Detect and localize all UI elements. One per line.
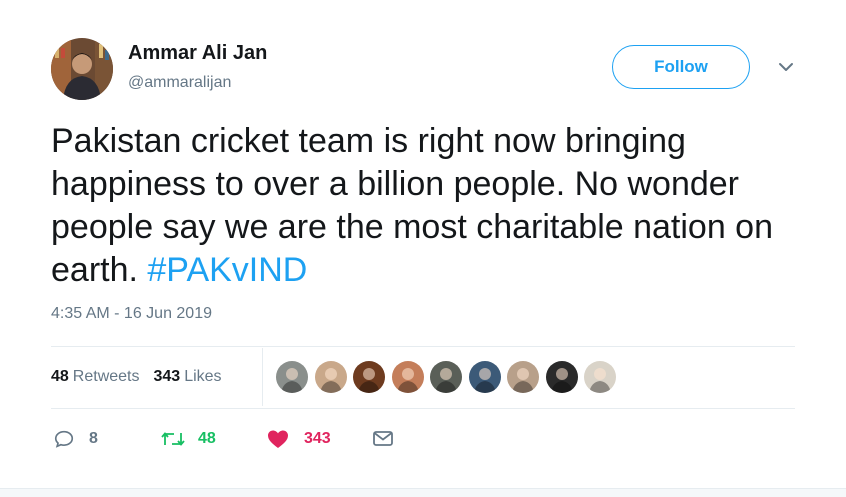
- heart-icon: [268, 430, 288, 448]
- like-action[interactable]: 343: [266, 428, 331, 450]
- likes-label: Likes: [184, 368, 222, 385]
- follow-button[interactable]: Follow: [612, 45, 750, 89]
- liker-avatar-6-icon[interactable]: [468, 361, 501, 393]
- reply-icon: [54, 430, 74, 448]
- likes-stat[interactable]: 343 Likes: [154, 368, 222, 386]
- liker-avatar-8-icon[interactable]: [545, 361, 578, 393]
- user-name[interactable]: Ammar Ali Jan: [128, 42, 267, 65]
- divider: [51, 408, 795, 409]
- liker-avatar-9-icon[interactable]: [584, 361, 616, 393]
- retweet-icon: [161, 432, 185, 446]
- retweets-count: 48: [51, 368, 69, 385]
- liker-avatar-3-icon[interactable]: [353, 361, 385, 393]
- likes-count: 343: [153, 368, 181, 385]
- tweet-text: Pakistan cricket team is right now bring…: [51, 120, 791, 292]
- reply-action[interactable]: 8: [53, 428, 98, 450]
- liker-avatar-7-icon[interactable]: [507, 361, 539, 393]
- retweet-count: 48: [198, 430, 216, 447]
- tweet-timestamp[interactable]: 4:35 AM - 16 Jun 2019: [51, 305, 212, 323]
- liker-avatar-4-icon[interactable]: [391, 361, 424, 393]
- liker-avatar-2-icon[interactable]: [314, 361, 347, 393]
- profile-photo-icon: [51, 38, 113, 100]
- tweet-stats: 48 Retweets 343 Likes: [51, 368, 222, 386]
- liker-avatars: [276, 361, 623, 393]
- like-count: 343: [304, 430, 331, 447]
- divider: [51, 346, 795, 347]
- envelope-icon: [373, 431, 393, 446]
- hashtag-link[interactable]: #PAKvIND: [147, 251, 307, 289]
- profile-avatar[interactable]: [51, 38, 113, 100]
- message-action[interactable]: [372, 428, 394, 448]
- user-handle[interactable]: @ammaralijan: [128, 74, 231, 92]
- liker-avatar-5-icon[interactable]: [430, 361, 462, 393]
- reply-count: 8: [89, 430, 98, 447]
- action-bar: 8 48 343: [0, 428, 846, 452]
- chevron-down-icon[interactable]: [777, 61, 795, 73]
- retweets-stat[interactable]: 48 Retweets: [51, 368, 140, 386]
- tweet-card: Ammar Ali Jan @ammaralijan Follow Pakist…: [0, 0, 846, 497]
- retweets-label: Retweets: [72, 368, 140, 385]
- retweet-action[interactable]: 48: [160, 428, 216, 450]
- stats-separator: [262, 348, 263, 406]
- liker-avatar-1-icon[interactable]: [276, 361, 308, 393]
